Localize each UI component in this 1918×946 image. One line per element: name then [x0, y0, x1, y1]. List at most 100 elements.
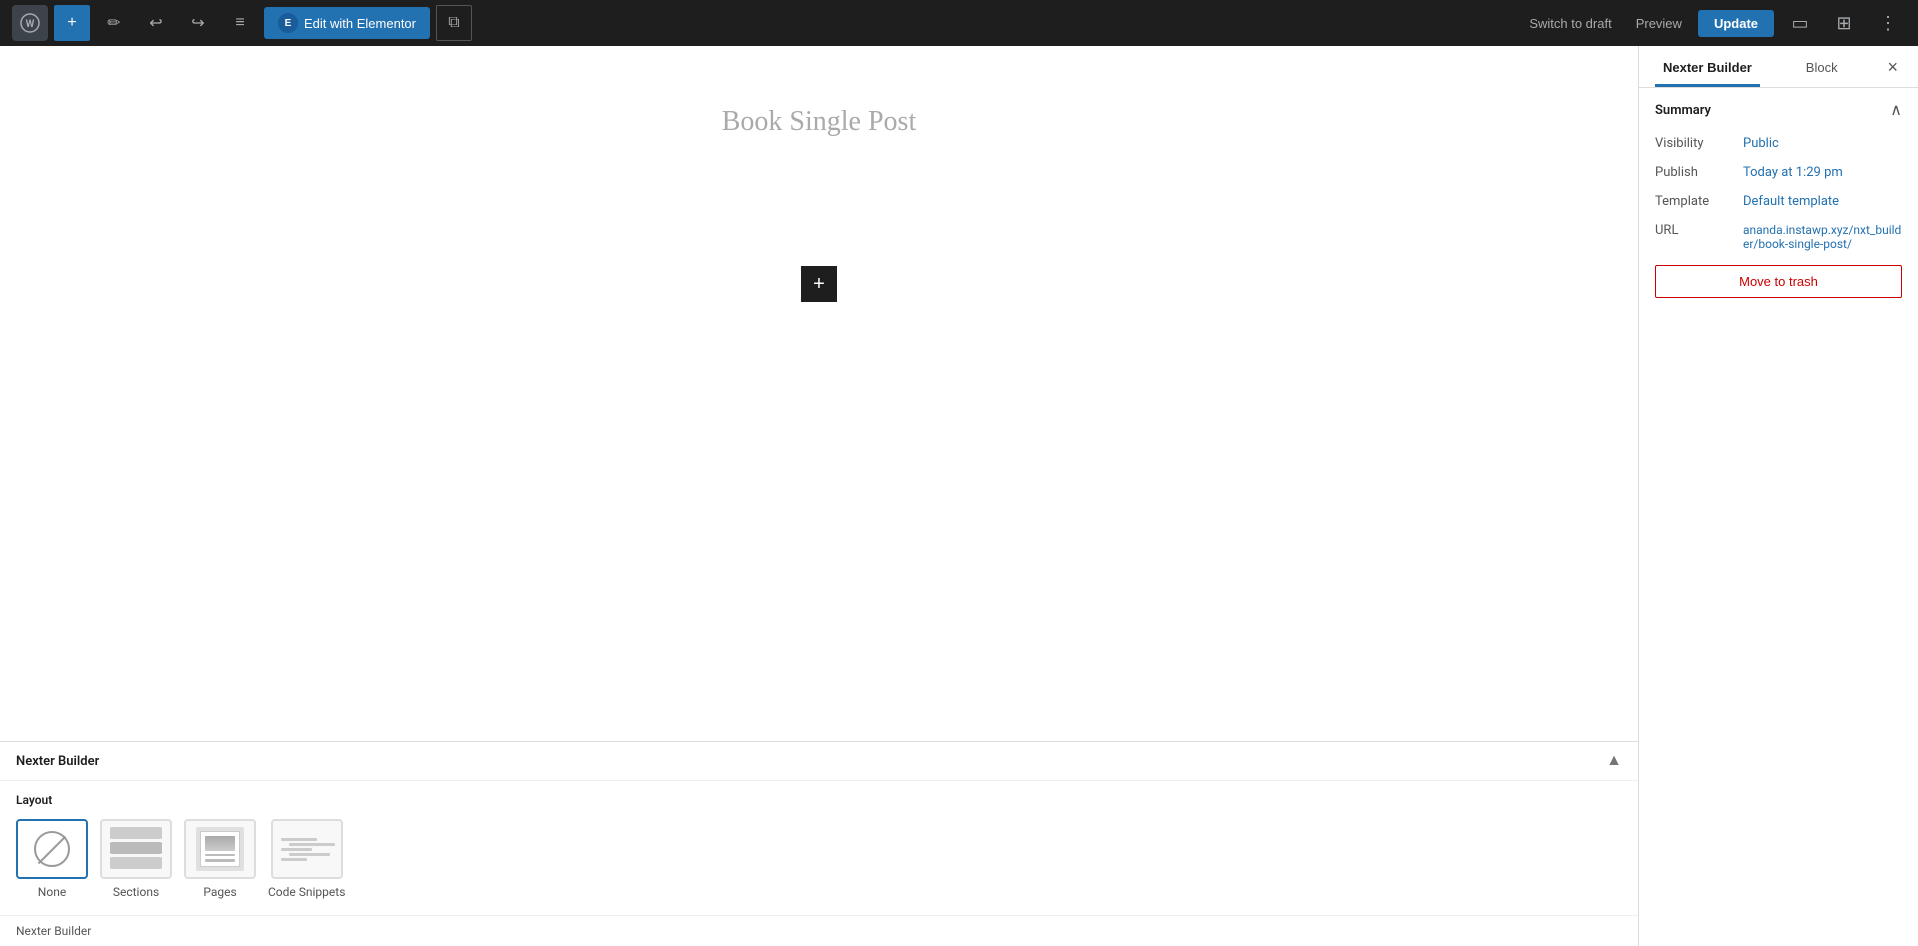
canvas-content: Book Single Post + — [0, 46, 1638, 741]
code-line-1 — [281, 838, 317, 841]
layout-pages-label: Pages — [203, 885, 236, 899]
close-icon: × — [1887, 57, 1898, 77]
visibility-value[interactable]: Public — [1743, 136, 1779, 151]
more-icon: ⋮ — [1879, 13, 1897, 34]
publish-value[interactable]: Today at 1:29 pm — [1743, 165, 1843, 180]
tab-block-label: Block — [1806, 60, 1838, 75]
right-sidebar: Nexter Builder Block × Summary ∧ Visibil… — [1638, 46, 1918, 946]
summary-collapse-button[interactable]: ∧ — [1890, 100, 1902, 120]
edit-with-elementor-button[interactable]: E Edit with Elementor — [264, 7, 430, 39]
bottom-panel-title: Nexter Builder — [16, 754, 99, 769]
layout-option-code-snippets[interactable]: Code Snippets — [268, 819, 345, 899]
layout-sections-label: Sections — [113, 885, 159, 899]
view-mode-button[interactable]: ▭ — [1782, 5, 1818, 41]
elementor-icon: E — [278, 13, 298, 33]
toolbar-right: Switch to draft Preview Update ▭ ⊞ ⋮ — [1521, 5, 1906, 41]
view-mode-icon: ▭ — [1791, 13, 1808, 34]
section-row-3 — [110, 857, 162, 869]
switch-to-draft-label: Switch to draft — [1529, 16, 1611, 31]
template-value[interactable]: Default template — [1743, 194, 1839, 209]
layout-none-label: None — [38, 885, 66, 899]
update-label: Update — [1714, 16, 1758, 31]
layout-none-icon — [16, 819, 88, 879]
bottom-panel: Nexter Builder ▲ Layout None — [0, 741, 1638, 946]
layout-code-icon — [271, 819, 343, 879]
move-to-trash-button[interactable]: Move to trash — [1655, 265, 1902, 298]
code-line-2 — [289, 843, 336, 846]
preview-label: Preview — [1636, 16, 1682, 31]
update-button[interactable]: Update — [1698, 10, 1774, 37]
bottom-footer-title: Nexter Builder — [16, 924, 91, 938]
undo-button[interactable]: ↩ — [138, 5, 174, 41]
code-line-4 — [289, 853, 331, 856]
tab-nexter-builder-label: Nexter Builder — [1663, 60, 1752, 75]
collapse-icon: ▲ — [1606, 752, 1622, 769]
url-value[interactable]: ananda.instawp.xyz/nxt_builder/book-sing… — [1743, 223, 1902, 251]
bottom-panel-header: Nexter Builder ▲ — [0, 742, 1638, 781]
template-label: Template — [1655, 194, 1735, 209]
page-title: Book Single Post — [722, 106, 916, 138]
add-block-toolbar-button[interactable]: + — [54, 5, 90, 41]
visibility-label: Visibility — [1655, 136, 1735, 151]
move-to-trash-label: Move to trash — [1739, 274, 1818, 289]
layout-label: Layout — [16, 793, 1622, 807]
section-row-1 — [110, 827, 162, 839]
bottom-panel-collapse-button[interactable]: ▲ — [1606, 752, 1622, 770]
block-inserter-button[interactable]: ⊞ — [1826, 5, 1862, 41]
summary-collapse-icon: ∧ — [1890, 102, 1902, 119]
tab-nexter-builder[interactable]: Nexter Builder — [1655, 46, 1760, 87]
visibility-row: Visibility Public — [1655, 136, 1902, 151]
toolbar: W + ✏ ↩ ↪ ≡ E Edit with Elementor ⧉ — [0, 0, 1918, 46]
list-icon: ≡ — [235, 14, 244, 32]
edit-icon: ✏ — [107, 13, 120, 33]
pages-symbol — [196, 827, 244, 871]
sidebar-content: Summary ∧ Visibility Public Publish Toda… — [1639, 88, 1918, 946]
list-view-button[interactable]: ≡ — [222, 5, 258, 41]
toolbar-left: W + ✏ ↩ ↪ ≡ E Edit with Elementor ⧉ — [12, 5, 472, 41]
publish-label: Publish — [1655, 165, 1735, 180]
add-block-icon: + — [813, 273, 825, 296]
svg-text:W: W — [26, 19, 35, 30]
add-block-canvas-button[interactable]: + — [801, 266, 837, 302]
copy-button[interactable]: ⧉ — [436, 5, 472, 41]
page-line-2 — [205, 859, 235, 862]
switch-to-draft-button[interactable]: Switch to draft — [1521, 16, 1619, 31]
code-line-5 — [281, 858, 307, 861]
layout-pages-icon — [184, 819, 256, 879]
layout-sections-icon — [100, 819, 172, 879]
layout-code-snippets-label: Code Snippets — [268, 885, 345, 899]
layout-options: None Sections — [16, 819, 1622, 899]
plus-icon: + — [67, 14, 76, 32]
summary-header: Summary ∧ — [1655, 100, 1902, 120]
pages-inner — [200, 831, 240, 867]
redo-button[interactable]: ↪ — [180, 5, 216, 41]
code-line-3 — [281, 848, 312, 851]
edit-elementor-label: Edit with Elementor — [304, 16, 416, 31]
section-row-2 — [110, 842, 162, 854]
page-chart — [205, 836, 235, 851]
summary-section: Summary ∧ Visibility Public Publish Toda… — [1639, 88, 1918, 310]
code-symbol — [281, 827, 333, 871]
wp-logo-icon: W — [20, 13, 40, 33]
url-row: URL ananda.instawp.xyz/nxt_builder/book-… — [1655, 223, 1902, 251]
main-area: Book Single Post + Nexter Builder ▲ Layo… — [0, 46, 1918, 946]
more-options-button[interactable]: ⋮ — [1870, 5, 1906, 41]
url-label: URL — [1655, 223, 1735, 238]
layout-option-none[interactable]: None — [16, 819, 88, 899]
redo-icon: ↪ — [191, 13, 204, 33]
preview-button[interactable]: Preview — [1628, 16, 1690, 31]
sidebar-close-button[interactable]: × — [1883, 54, 1902, 80]
sidebar-tabs: Nexter Builder Block × — [1639, 46, 1918, 88]
bottom-panel-body: Layout None — [0, 781, 1638, 915]
none-symbol — [34, 831, 70, 867]
page-line-1 — [205, 854, 235, 857]
bottom-footer: Nexter Builder — [0, 915, 1638, 946]
edit-toolbar-button[interactable]: ✏ — [96, 5, 132, 41]
tab-block[interactable]: Block — [1798, 46, 1846, 87]
template-row: Template Default template — [1655, 194, 1902, 209]
layout-option-sections[interactable]: Sections — [100, 819, 172, 899]
wp-logo[interactable]: W — [12, 5, 48, 41]
block-icon: ⊞ — [1836, 13, 1851, 34]
copy-icon: ⧉ — [448, 14, 459, 32]
layout-option-pages[interactable]: Pages — [184, 819, 256, 899]
